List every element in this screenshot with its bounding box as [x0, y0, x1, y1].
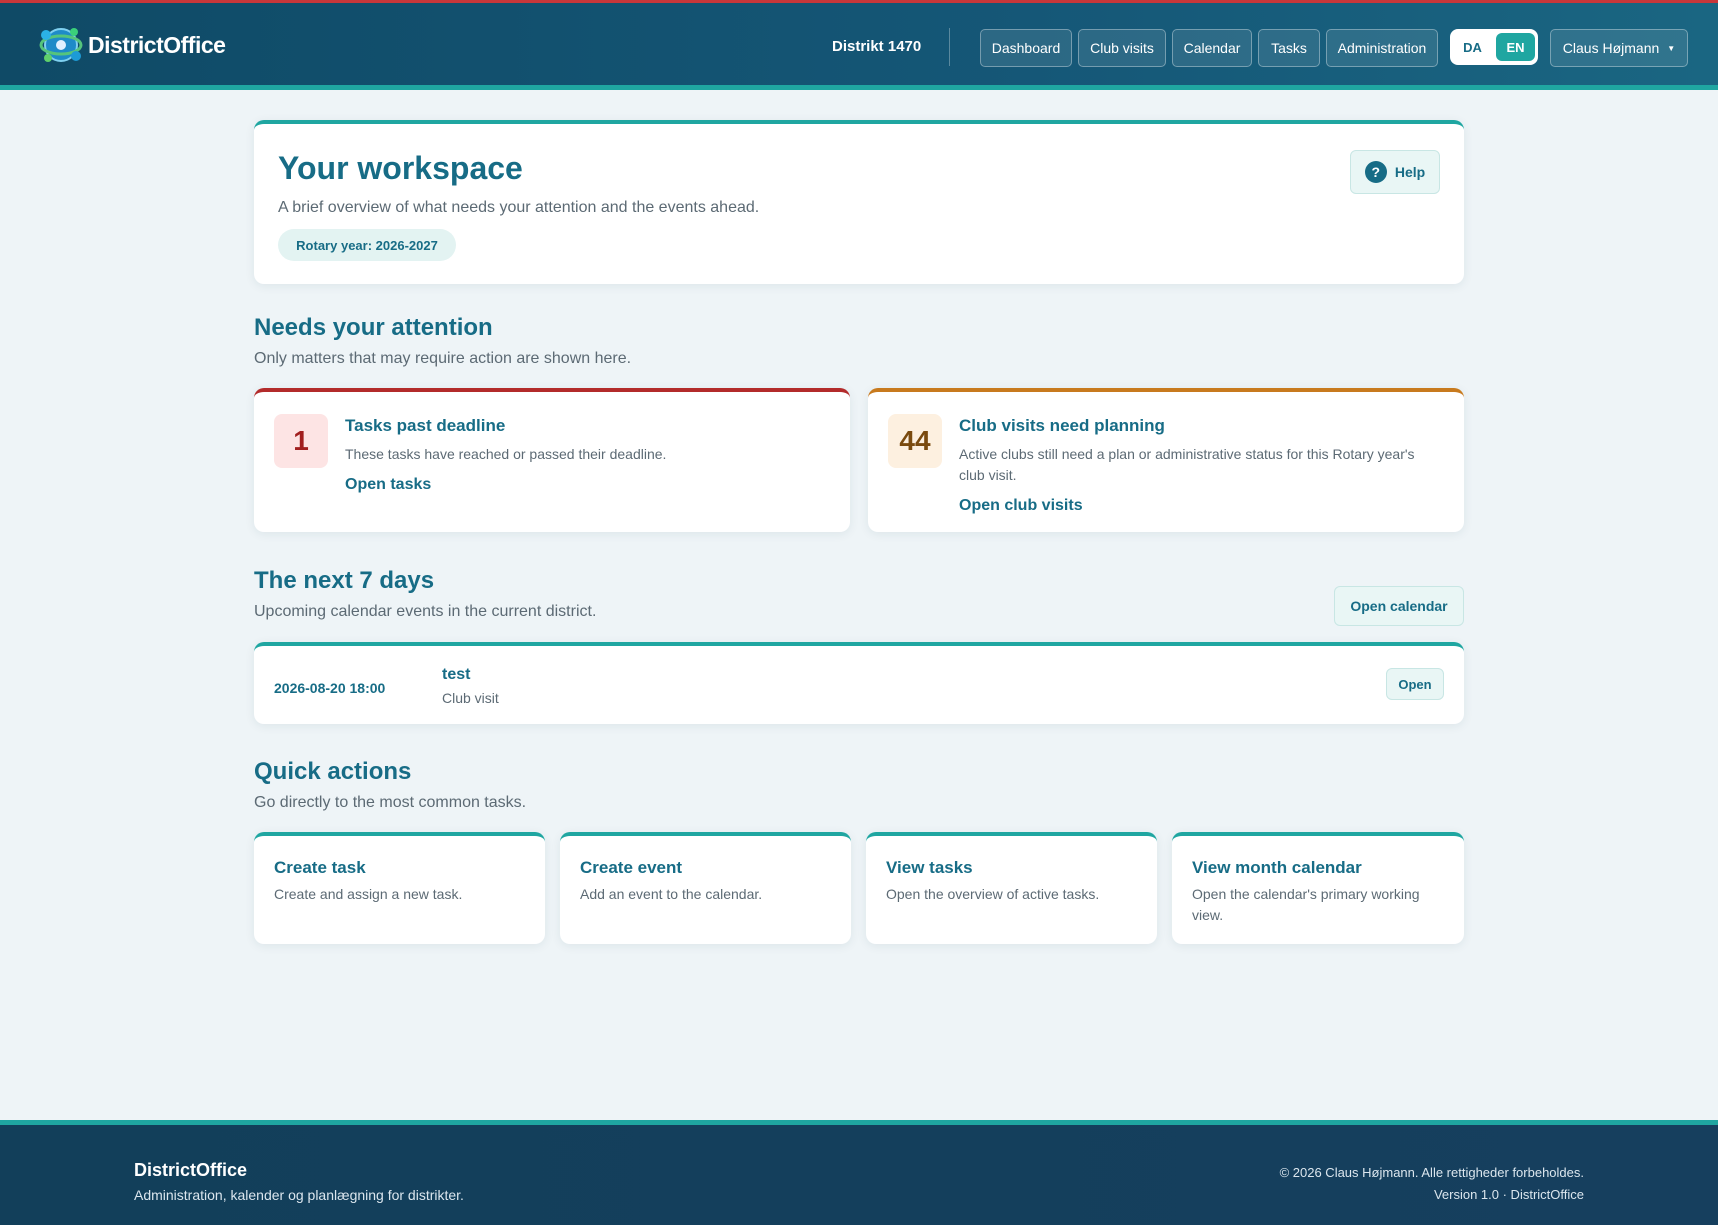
user-menu[interactable]: Claus Højmann ▼ [1550, 29, 1688, 67]
language-switcher: DA EN [1450, 29, 1538, 65]
nav-dashboard[interactable]: Dashboard [980, 29, 1072, 67]
rotary-year-badge: Rotary year: 2026-2027 [278, 229, 456, 261]
help-button[interactable]: ? Help [1350, 150, 1440, 194]
logo-icon [39, 28, 83, 62]
footer-version: Version 1.0 · DistrictOffice [1433, 1187, 1584, 1202]
user-name: Claus Højmann [1562, 40, 1660, 56]
divider [949, 28, 950, 66]
quick-create-task-title: Create task [274, 858, 366, 877]
overdue-count: 1 [274, 414, 328, 468]
page-title: Your workspace [278, 150, 523, 186]
lang-en[interactable]: EN [1496, 33, 1535, 61]
club-visits-title: Club visits need planning [959, 416, 1165, 435]
footer-tagline: Administration, kalender og planlægning … [134, 1187, 464, 1203]
next7-heading: The next 7 days [254, 567, 435, 594]
quick-create-task[interactable]: Create task Create and assign a new task… [254, 832, 545, 944]
quick-view-tasks[interactable]: View tasks Open the overview of active t… [866, 832, 1157, 944]
open-tasks-link[interactable]: Open tasks [345, 476, 431, 494]
brand-name: DistrictOffice [88, 31, 226, 58]
footer-copyright: © 2026 Claus Højmann. Alle rettigheder f… [1279, 1165, 1584, 1180]
overdue-title: Tasks past deadline [345, 416, 506, 435]
page-subtitle: A brief overview of what needs your atte… [278, 199, 760, 216]
quick-view-tasks-title: View tasks [886, 858, 973, 877]
quick-create-task-desc: Create and assign a new task. [274, 886, 463, 902]
nav-calendar[interactable]: Calendar [1172, 29, 1252, 67]
top-navbar: DistrictOffice Distrikt 1470 Dashboard C… [0, 0, 1718, 90]
event-open-button[interactable]: Open [1386, 668, 1444, 700]
event-datetime: 2026-08-20 18:00 [274, 680, 386, 696]
quick-actions-heading: Quick actions [254, 758, 412, 785]
quick-month-calendar-desc: Open the calendar's primary working view… [1192, 886, 1420, 923]
overdue-desc: These tasks have reached or passed their… [345, 446, 667, 462]
lang-da[interactable]: DA [1453, 33, 1492, 61]
district-name: Distrikt 1470 [832, 38, 922, 55]
quick-create-event-title: Create event [580, 858, 683, 877]
quick-actions-subtitle: Go directly to the most common tasks. [254, 794, 527, 811]
club-visits-count: 44 [888, 414, 942, 468]
quick-month-calendar-title: View month calendar [1192, 858, 1362, 877]
workspace-card: Your workspace A brief overview of what … [254, 120, 1464, 284]
quick-create-event-desc: Add an event to the calendar. [580, 886, 763, 902]
club-visits-card: 44 Club visits need planning Active club… [868, 388, 1464, 532]
quick-month-calendar[interactable]: View month calendar Open the calendar's … [1172, 832, 1464, 944]
nav-administration[interactable]: Administration [1326, 29, 1438, 67]
open-calendar-button[interactable]: Open calendar [1334, 586, 1464, 626]
next7-subtitle: Upcoming calendar events in the current … [254, 603, 597, 620]
event-row: 2026-08-20 18:00 test Club visit Open [254, 642, 1464, 724]
caret-down-icon: ▼ [1667, 43, 1676, 53]
attention-subtitle: Only matters that may require action are… [254, 350, 632, 367]
overdue-tasks-card: 1 Tasks past deadline These tasks have r… [254, 388, 850, 532]
nav-tasks[interactable]: Tasks [1258, 29, 1320, 67]
quick-view-tasks-desc: Open the overview of active tasks. [886, 886, 1100, 902]
footer-brand: DistrictOffice [134, 1160, 248, 1180]
attention-heading: Needs your attention [254, 314, 493, 341]
nav-club-visits[interactable]: Club visits [1078, 29, 1166, 67]
open-club-visits-link[interactable]: Open club visits [959, 497, 1083, 515]
logo[interactable]: DistrictOffice [36, 21, 226, 69]
help-label: Help [1394, 164, 1426, 180]
help-icon: ? [1364, 161, 1387, 183]
club-visits-desc: Active clubs still need a plan or admini… [959, 446, 1415, 483]
event-type: Club visit [442, 690, 499, 706]
quick-create-event[interactable]: Create event Add an event to the calenda… [560, 832, 851, 944]
footer: DistrictOffice Administration, kalender … [0, 1120, 1718, 1225]
event-name[interactable]: test [442, 666, 470, 684]
